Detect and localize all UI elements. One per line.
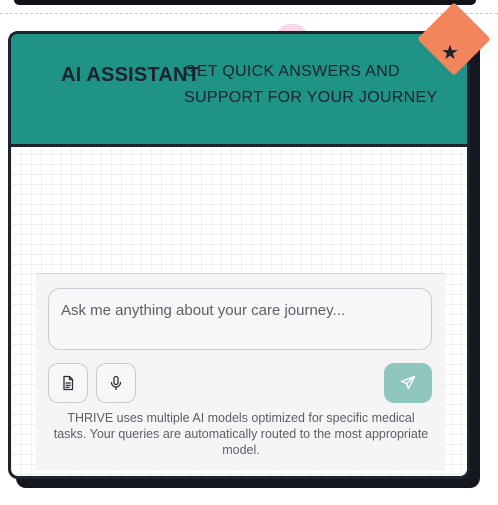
ai-assistant-card: AI ASSISTANT GET QUICK ANSWERS AND SUPPO… (8, 31, 470, 479)
chat-composer: Ask me anything about your care journey.… (36, 273, 445, 471)
card-title: AI ASSISTANT (61, 65, 200, 86)
voice-input-button[interactable] (96, 363, 136, 403)
document-icon (63, 375, 74, 391)
microphone-icon (110, 375, 122, 391)
dashed-divider (0, 13, 498, 14)
card-header: AI ASSISTANT GET QUICK ANSWERS AND SUPPO… (11, 34, 467, 147)
card-title-text: AI ASSISTANT (61, 64, 201, 86)
card-subtitle: GET QUICK ANSWERS AND SUPPORT FOR YOUR J… (184, 63, 438, 106)
model-routing-note: THRIVE uses multiple AI models optimized… (53, 411, 429, 457)
star-icon[interactable]: ★ (441, 42, 459, 62)
attach-document-button[interactable] (48, 363, 88, 403)
send-button[interactable] (384, 363, 432, 403)
previous-card-edge (14, 0, 476, 5)
chat-input[interactable]: Ask me anything about your care journey.… (48, 288, 432, 350)
send-icon (400, 375, 416, 390)
